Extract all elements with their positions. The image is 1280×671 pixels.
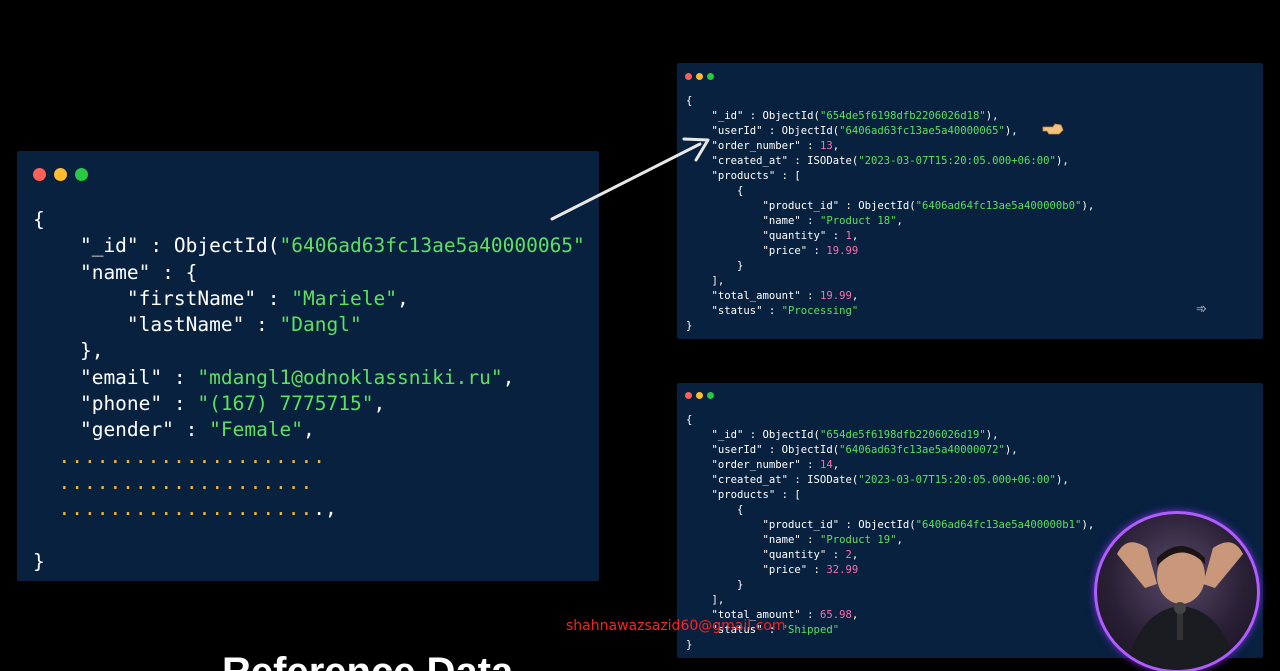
hand-pointer-icon: [1042, 123, 1064, 135]
presenter-silhouette: [1117, 542, 1243, 670]
watermark-email: shahnawazsazid60@gmail.com: [566, 618, 786, 634]
presenter-webcam-avatar: [1094, 511, 1260, 671]
reference-arrow-icon: [550, 137, 710, 221]
slide-title: Reference Data: [222, 650, 513, 671]
cursor-arrow-icon: ➾: [1196, 302, 1207, 317]
